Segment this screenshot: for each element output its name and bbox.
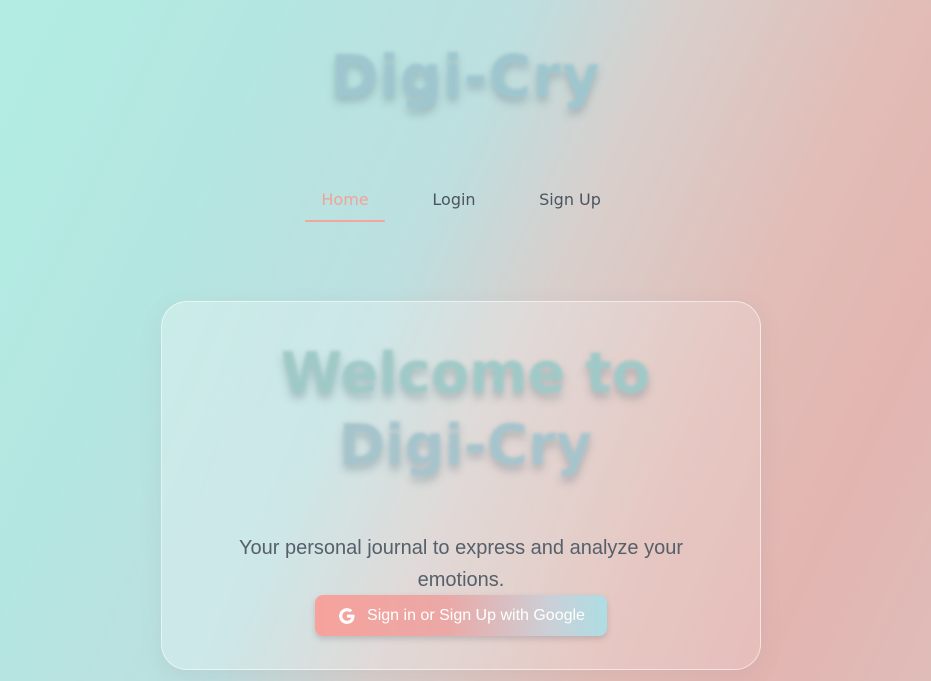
hero-tagline: Your personal journal to express and ana…	[239, 537, 683, 591]
main-nav: Home Login Sign Up	[0, 186, 931, 226]
google-button-label: Sign in or Sign Up with Google	[367, 606, 585, 624]
site-title: Digi-Cry	[330, 42, 601, 110]
hero-title-line1: Welcome to	[280, 341, 651, 406]
nav-item-login[interactable]: Login	[420, 186, 488, 214]
google-sign-in-button[interactable]: Sign in or Sign Up with Google	[315, 595, 607, 636]
google-g-icon	[339, 607, 355, 624]
hero-title: Welcome to Digi-Cry	[0, 338, 931, 482]
nav-item-home[interactable]: Home	[305, 186, 385, 222]
hero-title-line2: Digi-Cry	[338, 413, 593, 478]
nav-item-sign-up[interactable]: Sign Up	[530, 186, 610, 214]
